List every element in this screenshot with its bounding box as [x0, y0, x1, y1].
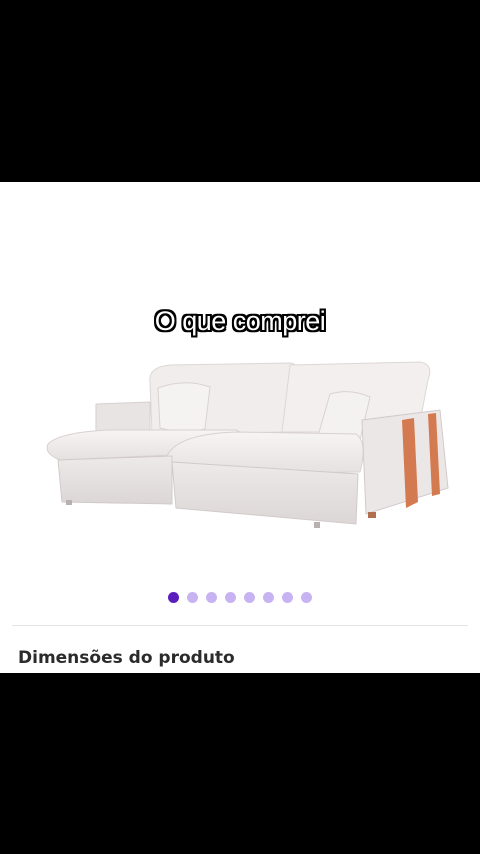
sofa-icon — [46, 361, 449, 528]
top-black-bar — [0, 0, 480, 182]
carousel-dot[interactable] — [168, 592, 179, 603]
carousel-dot[interactable] — [301, 592, 312, 603]
product-page: O que comprei Dimensões do produto — [0, 182, 480, 673]
product-image[interactable] — [0, 182, 480, 592]
carousel-dot[interactable] — [187, 592, 198, 603]
image-carousel-pager[interactable] — [0, 592, 480, 603]
section-divider — [12, 625, 468, 626]
bottom-black-bar — [0, 673, 480, 854]
carousel-dot[interactable] — [225, 592, 236, 603]
carousel-dot[interactable] — [244, 592, 255, 603]
carousel-dot[interactable] — [263, 592, 274, 603]
section-title: Dimensões do produto — [18, 648, 235, 668]
carousel-dot[interactable] — [206, 592, 217, 603]
carousel-dot[interactable] — [282, 592, 293, 603]
video-caption: O que comprei — [154, 306, 326, 336]
